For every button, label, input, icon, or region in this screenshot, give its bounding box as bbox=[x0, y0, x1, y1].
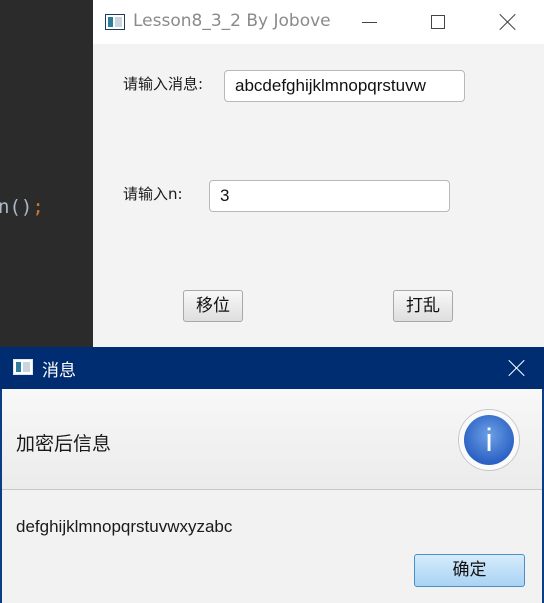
code-text: n() bbox=[0, 196, 33, 218]
info-glyph: i bbox=[464, 415, 514, 465]
main-title-bar[interactable]: Lesson8_3_2 By Jobove bbox=[93, 0, 544, 44]
dialog-app-icon bbox=[13, 359, 33, 375]
information-icon: i bbox=[458, 409, 520, 471]
minimize-button[interactable] bbox=[346, 0, 392, 44]
shuffle-button[interactable]: 打乱 bbox=[393, 290, 453, 322]
n-label: 请输入n: bbox=[123, 185, 183, 203]
dialog-header: 加密后信息 i bbox=[2, 389, 542, 490]
main-window: Lesson8_3_2 By Jobove 请输入消息: abcdefghijk… bbox=[93, 0, 544, 350]
close-icon bbox=[499, 13, 517, 31]
shift-button[interactable]: 移位 bbox=[183, 290, 243, 322]
dialog-message: defghijklmnopqrstuvwxyzabc bbox=[16, 517, 233, 536]
dialog-title: 消息 bbox=[42, 361, 76, 381]
code-editor: n(); bbox=[0, 0, 93, 350]
maximize-button[interactable] bbox=[414, 0, 460, 44]
minimize-icon bbox=[362, 22, 377, 23]
ok-button[interactable]: 确定 bbox=[414, 554, 525, 587]
code-line: n(); bbox=[0, 196, 44, 218]
message-input[interactable]: abcdefghijklmnopqrstuvw bbox=[224, 70, 465, 102]
code-semicolon: ; bbox=[32, 196, 44, 218]
close-icon bbox=[508, 359, 526, 377]
dialog-close-button[interactable] bbox=[500, 347, 544, 389]
dialog-title-bar[interactable]: 消息 bbox=[0, 347, 544, 389]
close-button[interactable] bbox=[485, 0, 531, 44]
app-icon bbox=[105, 14, 125, 30]
n-input[interactable]: 3 bbox=[209, 180, 450, 212]
message-label: 请输入消息: bbox=[123, 75, 204, 93]
message-dialog: 消息 加密后信息 i defghijklmnopqrstuvwxyzabc 确定 bbox=[0, 347, 544, 603]
main-window-title: Lesson8_3_2 By Jobove bbox=[133, 11, 331, 31]
dialog-header-text: 加密后信息 bbox=[16, 433, 112, 455]
maximize-icon bbox=[431, 15, 445, 29]
